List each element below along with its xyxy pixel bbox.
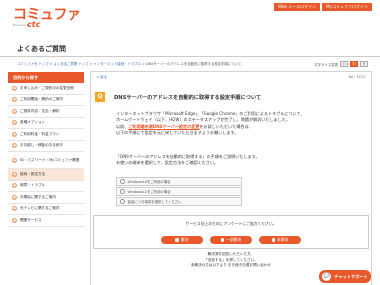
survey-box: サービス向上のためにアンケートにご協力ください。 解決 一部解決 未解決 xyxy=(93,215,369,249)
answer-paragraph-1: インターネットブラウザ「Microsoft Edge」、「Google Chro… xyxy=(116,111,304,137)
sidebar-item-moving[interactable]: ● お引越し・移転のお手続き xyxy=(8,140,84,152)
breadcrumb: コミュファ光 トップ > よくあるご質問 トップ > インターネット接続・トラブ… xyxy=(17,62,242,66)
bullet-icon: ● xyxy=(12,120,17,126)
site-header: コミュファ Powered by ctc Web メールログイン Myコミュファ… xyxy=(0,0,380,36)
survey-resolved-button[interactable]: 解決 xyxy=(161,236,203,244)
choice-windows10[interactable]: Windows10をご利用の場合 xyxy=(116,177,242,186)
sidebar-heading: 目的から探す xyxy=(8,72,84,83)
survey-question: サービス向上のためにアンケートにご協力ください。 xyxy=(185,221,277,226)
font-size-label: 文字サイズ変更 xyxy=(314,62,338,67)
sidebar-item-label: 光テレビに関するご案内 xyxy=(20,206,60,211)
os-choice-list: Windows10をご利用の場合 Windows11をご利用の場合 製品につき構… xyxy=(116,177,242,207)
sidebar-item-label: 各種オプション xyxy=(20,120,46,125)
survey-instructions: 解決済を回答いただいた方、 「送信する」を押してください。 未解決の方は以下より… xyxy=(93,252,369,269)
sidebar-item-label: ご利用料金・料金プラン xyxy=(20,131,60,136)
survey-partly-resolved-button[interactable]: 一部解決 xyxy=(210,236,252,244)
sidebar-item-label: 関連サービス xyxy=(20,217,42,222)
choice-label: 製品につき構成を選択してください xyxy=(127,199,182,204)
bullet-icon: ● xyxy=(12,157,17,163)
bullet-icon: ● xyxy=(12,206,17,212)
question-title: DNSサーバーのアドレスを自動的に取得する設定手順について xyxy=(114,95,262,101)
sidebar-item-connection[interactable]: ● 接続・設定方法 xyxy=(8,169,84,181)
sidebar-item-label: お申し込み・ご契約中の変更全般 xyxy=(20,85,74,90)
answer-paragraph-2: 「DNSサーバーのアドレスを自動的に取得する」の手順をご説明いたします。 お使い… xyxy=(116,154,259,167)
font-size-large-button[interactable]: 大 xyxy=(360,61,368,67)
chat-bubble-icon: 💬 xyxy=(322,272,332,281)
logo-ctc: ctc xyxy=(27,20,41,29)
mycommufa-login-link[interactable]: Myコミュファログイン xyxy=(322,3,372,11)
answer-line-suffix: をお試しいただいた場合は、 xyxy=(199,123,253,129)
bullet-icon: ● xyxy=(12,97,17,103)
sidebar-item-trouble[interactable]: ● 故障・トラブル xyxy=(8,180,84,192)
bullet-icon: ● xyxy=(12,171,17,177)
logo-main-text: コミュファ xyxy=(13,7,81,23)
chat-support-label: チャットサポート xyxy=(334,273,368,279)
choice-other[interactable]: 製品につき構成を選択してください xyxy=(116,197,242,206)
faq-article: < 戻る No : 3722 Q DNSサーバーのアドレスを自動的に取得する設定… xyxy=(90,71,372,285)
breadcrumb-link-home[interactable]: コミュファ光 トップ xyxy=(17,62,49,66)
sidebar-item-tv[interactable]: ● 光テレビに関するご案内 xyxy=(8,203,84,215)
answer-line: お使いの端末を選択して、設定方法をご確認ください。 xyxy=(116,160,219,166)
instruction-line: 未解決の方は以下より 引き続き日遭お問い合わせ xyxy=(190,263,272,268)
sidebar-item-id-password[interactable]: ● ID・パスワード・Myコミュファ関連 xyxy=(8,152,84,169)
sidebar-item-label: ご請求内容・支払・解約 xyxy=(20,108,60,113)
chat-support-button[interactable]: 💬 チャットサポート xyxy=(319,270,371,283)
question-badge-icon: Q xyxy=(95,92,105,102)
webmail-login-link[interactable]: Web メールログイン xyxy=(274,3,321,11)
sidebar-item-pricing[interactable]: ● ご利用料金・料金プラン xyxy=(8,129,84,141)
survey-button-label: 一部解決 xyxy=(226,237,242,242)
sidebar-item-label: ID・パスワード・Myコミュファ関連 xyxy=(20,157,80,162)
sidebar-item-billing[interactable]: ● ご請求内容・支払・解約 xyxy=(8,106,84,118)
choice-label: Windows11をご利用の場合 xyxy=(127,189,171,194)
sidebar-item-label: 光電話に関するご案内 xyxy=(20,194,56,199)
survey-buttons: 解決 一部解決 未解決 xyxy=(94,236,368,244)
font-size-switcher: 文字サイズ変更 小 中 大 xyxy=(314,61,368,67)
faq-number: No : 3722 xyxy=(348,75,365,79)
circle-icon xyxy=(271,238,276,242)
sidebar-item-label: 故障・トラブル xyxy=(20,183,46,188)
sidebar-item-label: 接続・設定方法 xyxy=(20,171,46,176)
sidebar-item-phone[interactable]: ● 光電話に関するご案内 xyxy=(8,192,84,204)
radio-icon xyxy=(120,189,125,194)
sidebar-item-label: お引越し・移転のお手続き xyxy=(20,143,64,148)
answer-line-prefix: 以前、 xyxy=(116,123,129,129)
sidebar-item-related[interactable]: ● 関連サービス xyxy=(8,215,84,227)
back-link[interactable]: < 戻る xyxy=(96,75,107,80)
circle-icon xyxy=(175,238,179,242)
bullet-icon: ● xyxy=(12,217,17,223)
page-title: よくあるご質問 xyxy=(17,45,66,53)
font-size-medium-button[interactable]: 中 xyxy=(350,61,358,67)
dns-settings-link[interactable]: ご利用端末側DNSサーバー設定の変更 xyxy=(128,124,199,129)
survey-button-label: 未解決 xyxy=(277,237,289,242)
radio-icon xyxy=(120,199,125,204)
top-links: Web メールログイン Myコミュファログイン xyxy=(274,3,372,11)
survey-unresolved-button[interactable]: 未解決 xyxy=(259,236,301,244)
sidebar-item-application[interactable]: ● お申し込み・ご契約中の変更全般 xyxy=(8,83,84,95)
site-logo[interactable]: コミュファ Powered by ctc xyxy=(13,7,81,29)
breadcrumb-link-category[interactable]: インターネット接続・トラブル xyxy=(94,62,141,66)
bullet-icon: ● xyxy=(12,85,17,91)
divider xyxy=(0,56,380,57)
bullet-icon: ● xyxy=(12,183,17,189)
circle-icon xyxy=(220,238,225,242)
font-size-small-button[interactable]: 小 xyxy=(340,61,348,67)
answer-line: 以下の手順にて設定を元に戻していただきますようお願いします。 xyxy=(116,130,239,136)
survey-button-label: 解決 xyxy=(180,237,189,242)
bullet-icon: ● xyxy=(12,194,17,200)
sidebar-item-start-cancel[interactable]: ● ご利用開始・解約のご案内 xyxy=(8,94,84,106)
breadcrumb-link-faq[interactable]: よくあるご質問 トップ xyxy=(54,62,89,66)
bullet-icon: ● xyxy=(12,108,17,114)
sidebar: 目的から探す ● お申し込み・ご契約中の変更全般 ● ご利用開始・解約のご案内 ● ご… xyxy=(8,72,84,227)
sidebar-item-label: ご利用開始・解約のご案内 xyxy=(20,97,64,102)
choice-label: Windows10をご利用の場合 xyxy=(127,179,171,184)
sidebar-item-options[interactable]: ● 各種オプション xyxy=(8,117,84,129)
choice-windows11[interactable]: Windows11をご利用の場合 xyxy=(116,187,242,196)
bullet-icon: ● xyxy=(12,131,17,137)
radio-icon xyxy=(120,179,125,184)
breadcrumb-current: DNSサーバーのアドレスを自動的に取得する設定手順について xyxy=(146,62,242,66)
bullet-icon: ● xyxy=(12,143,17,149)
